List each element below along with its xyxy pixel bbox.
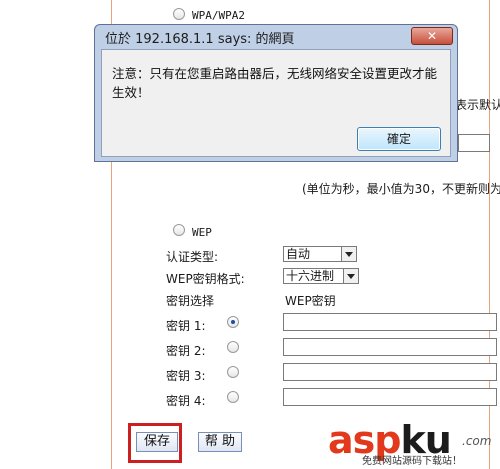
dialog-message: 注意：只有在您重启路由器后，无线网络安全设置更改才能生效！ — [112, 66, 438, 100]
watermark-subtitle: 免费网站源码下载站！ — [362, 456, 462, 467]
wpa-wpa2-radio[interactable] — [173, 8, 185, 20]
key-1-radio[interactable] — [227, 316, 239, 328]
key-select-label: 密钥选择 — [166, 294, 215, 308]
key-format-label: WEP密钥格式: — [166, 272, 245, 286]
wpa-wpa2-label: WPA/WPA2 — [192, 9, 245, 22]
key-format-value: 十六进制 — [286, 269, 335, 283]
wireless-security-page: WPA/WPA2 表示默认 (单位为秒，最小值为30，不更新则为 WEP 认证类… — [0, 0, 500, 469]
wep-radio[interactable] — [173, 224, 185, 236]
save-highlight-frame — [128, 423, 182, 463]
chevron-down-icon — [341, 247, 356, 261]
wep-label: WEP — [192, 226, 212, 239]
key-4-radio[interactable] — [227, 391, 239, 403]
key-format-select[interactable]: 十六进制 — [283, 268, 359, 284]
help-button[interactable]: 帮 助 — [198, 432, 242, 452]
key-3-input[interactable] — [283, 363, 497, 381]
alert-dialog: 位於 192.168.1.1 says: 的網頁 ✕ 注意：只有在您重启路由器后… — [94, 24, 458, 162]
auth-type-select[interactable]: 自动 — [283, 246, 357, 262]
key-2-input[interactable] — [283, 338, 497, 356]
chevron-down-icon — [343, 269, 358, 283]
key-2-radio[interactable] — [227, 341, 239, 353]
dialog-title: 位於 192.168.1.1 says: 的網頁 — [105, 32, 295, 47]
key-1-input[interactable] — [283, 313, 497, 331]
wep-key-header: WEP密钥 — [285, 294, 336, 308]
key-2-label: 密钥 2: — [166, 344, 206, 358]
dialog-body: 注意：只有在您重启路由器后，无线网络安全设置更改才能生效！ 確定 — [101, 49, 451, 157]
key-4-label: 密钥 4: — [166, 394, 206, 408]
ok-button[interactable]: 確定 — [357, 127, 441, 151]
close-icon[interactable]: ✕ — [411, 27, 453, 45]
auth-type-label: 认证类型: — [166, 250, 219, 264]
interval-hint-text: (单位为秒，最小值为30，不更新则为 — [302, 182, 500, 196]
key-3-radio[interactable] — [227, 366, 239, 378]
gtk-interval-input[interactable] — [458, 134, 490, 152]
default-hint-text: 表示默认 — [455, 98, 500, 112]
auth-type-value: 自动 — [286, 247, 311, 261]
key-4-input[interactable] — [283, 388, 497, 406]
key-3-label: 密钥 3: — [166, 369, 206, 383]
key-1-label: 密钥 1: — [166, 319, 206, 333]
watermark-com: .com — [462, 434, 492, 448]
